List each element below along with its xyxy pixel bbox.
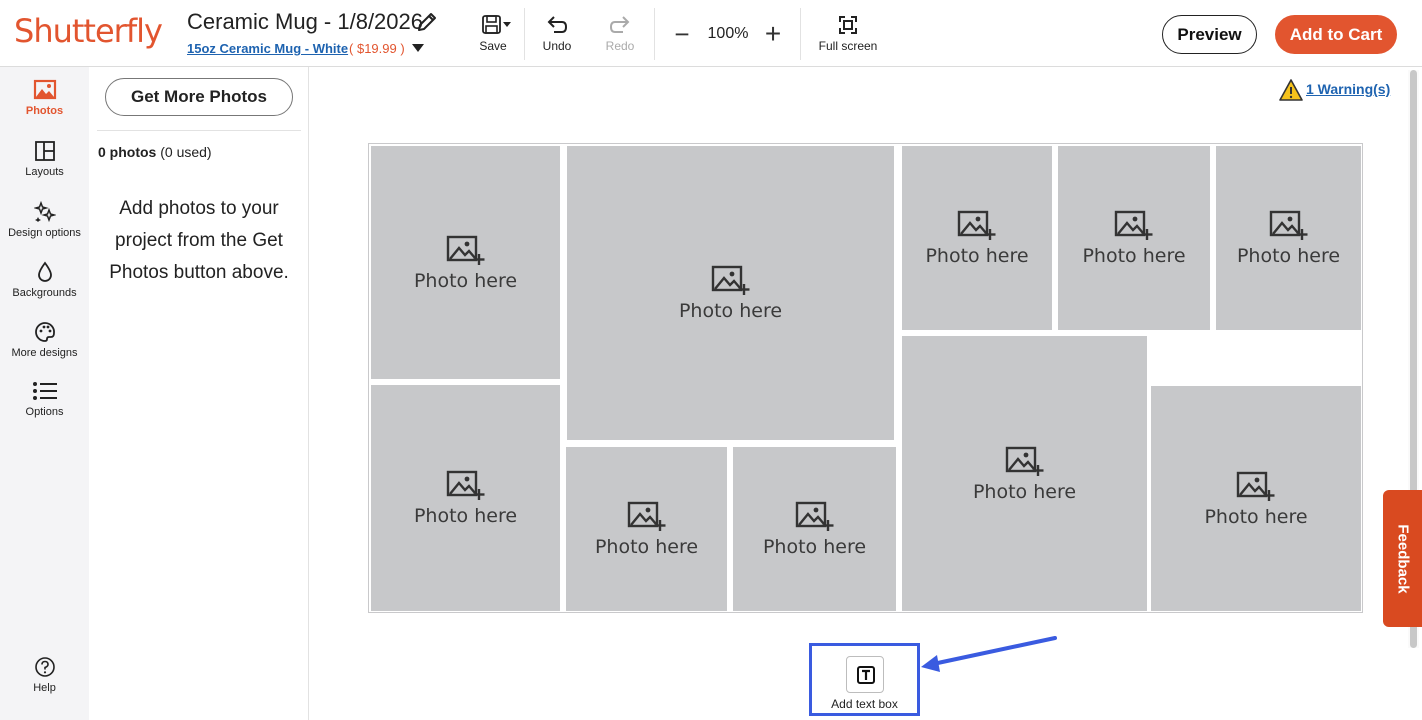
add-image-icon — [627, 501, 665, 531]
rail-item-label: Photos — [25, 105, 64, 117]
add-image-icon — [1005, 446, 1043, 476]
add-image-icon — [446, 470, 484, 500]
rail-item-layouts[interactable]: Layouts — [0, 140, 89, 178]
fullscreen-label: Full screen — [818, 39, 878, 53]
photo-count-value: 0 photos — [98, 144, 157, 160]
text-box-icon — [857, 666, 875, 684]
feedback-label: Feedback — [1394, 523, 1411, 594]
rail-item-label: More designs — [11, 347, 78, 359]
photo-slot-label: Photo here — [925, 245, 1029, 267]
photo-slot-label: Photo here — [678, 300, 783, 322]
product-name-link[interactable]: 15oz Ceramic Mug - White — [187, 41, 348, 56]
photo-slot[interactable]: Photo here — [902, 146, 1052, 330]
photo-slot[interactable]: Photo here — [566, 447, 727, 611]
project-title[interactable]: Ceramic Mug - 1/8/2026 — [187, 9, 423, 35]
price-value: $19.99 — [356, 41, 397, 56]
save-button[interactable]: Save — [474, 14, 512, 53]
mug-collage: Photo here Photo here Photo here Photo h… — [368, 143, 1363, 613]
photo-slot[interactable]: Photo here — [733, 447, 896, 611]
photo-slot-label: Photo here — [1204, 505, 1308, 528]
rail-item-label: Options — [25, 406, 64, 418]
help-button[interactable]: Help — [0, 656, 89, 694]
add-image-icon — [1236, 471, 1275, 501]
photo-slot[interactable]: Photo here — [1058, 146, 1210, 330]
photos-icon — [33, 79, 56, 100]
add-image-icon — [446, 235, 484, 265]
photo-slot[interactable]: Photo here — [371, 146, 560, 379]
feedback-tab[interactable]: Feedback — [1383, 490, 1422, 627]
annotation-arrow-icon — [921, 636, 1057, 672]
add-to-cart-button[interactable]: Add to Cart — [1275, 15, 1397, 54]
zoom-in-button[interactable]: + — [761, 20, 785, 48]
photo-slot[interactable]: Photo here — [371, 385, 560, 611]
photo-slot-label: Photo here — [413, 269, 518, 292]
price-display: ( $19.99 ) — [349, 41, 405, 56]
photo-slot-label: Photo here — [972, 480, 1077, 503]
toolbar-divider — [654, 8, 655, 60]
add-image-icon — [711, 265, 749, 295]
help-icon — [34, 657, 55, 677]
toolbar-divider — [800, 8, 801, 60]
photo-slot-label: Photo here — [1082, 245, 1186, 267]
rail-item-label: Design options — [8, 227, 81, 239]
photo-slot[interactable]: Photo here — [902, 336, 1147, 611]
photo-slot[interactable]: Photo here — [567, 146, 894, 440]
rail-item-photos[interactable]: Photos — [0, 79, 89, 117]
rail-item-label: Layouts — [25, 166, 64, 178]
shutterfly-logo[interactable]: Shutterfly — [14, 12, 163, 50]
photo-slot-label: Photo here — [594, 536, 699, 558]
save-icon — [482, 15, 511, 34]
photo-slot-label: Photo here — [1236, 245, 1341, 267]
photos-panel: Get More Photos 0 photos (0 used) Add ph… — [89, 67, 309, 720]
undo-label: Undo — [542, 39, 572, 53]
help-label: Help — [33, 682, 56, 694]
photo-slot-label: Photo here — [413, 505, 518, 527]
panel-divider — [97, 130, 301, 131]
photo-count: 0 photos (0 used) — [98, 144, 212, 160]
fullscreen-button[interactable]: Full screen — [813, 14, 883, 53]
add-image-icon — [957, 210, 996, 240]
photo-slot-label: Photo here — [762, 536, 867, 558]
photo-used-value: (0 used) — [160, 144, 212, 160]
layouts-icon — [34, 141, 55, 161]
zoom-level: 100% — [707, 25, 749, 42]
rail-item-design-options[interactable]: Design options — [0, 201, 89, 239]
empty-photos-hint: Add photos to your project from the Get … — [109, 198, 289, 283]
add-text-box-button[interactable] — [846, 656, 884, 693]
pencil-icon[interactable] — [415, 10, 439, 34]
design-options-icon — [33, 201, 56, 223]
redo-label: Redo — [605, 39, 635, 53]
get-more-photos-button[interactable]: Get More Photos — [105, 78, 293, 116]
rail-item-more-designs[interactable]: More designs — [0, 321, 89, 359]
undo-button[interactable]: Undo — [537, 14, 577, 53]
add-image-icon — [795, 501, 833, 531]
add-image-icon — [1269, 210, 1307, 240]
photo-slot[interactable]: Photo here — [1216, 146, 1361, 330]
warning-icon — [1279, 79, 1303, 101]
toolbar-divider — [524, 8, 525, 60]
backgrounds-icon — [37, 261, 52, 282]
product-caret-down-icon[interactable] — [412, 44, 424, 52]
app-header: Shutterfly Ceramic Mug - 1/8/2026 15oz C… — [0, 0, 1422, 67]
left-nav-rail: Photos Layouts Design options Background… — [0, 67, 89, 720]
photo-slot[interactable]: Photo here — [1151, 386, 1361, 611]
redo-button[interactable]: Redo — [600, 14, 640, 53]
undo-icon — [547, 16, 568, 33]
list-icon — [32, 382, 57, 400]
rail-item-backgrounds[interactable]: Backgrounds — [0, 261, 89, 299]
palette-icon — [34, 322, 55, 342]
warning-link[interactable]: 1 Warning(s) — [1306, 81, 1390, 97]
save-label: Save — [479, 39, 507, 53]
redo-icon — [609, 16, 630, 33]
fullscreen-icon — [839, 16, 857, 34]
preview-button[interactable]: Preview — [1162, 15, 1257, 54]
rail-item-label: Backgrounds — [12, 287, 77, 299]
rail-item-options[interactable]: Options — [0, 380, 89, 418]
add-text-box-label: Add text box — [831, 697, 898, 711]
add-image-icon — [1114, 210, 1153, 240]
zoom-out-button[interactable]: − — [672, 21, 692, 47]
